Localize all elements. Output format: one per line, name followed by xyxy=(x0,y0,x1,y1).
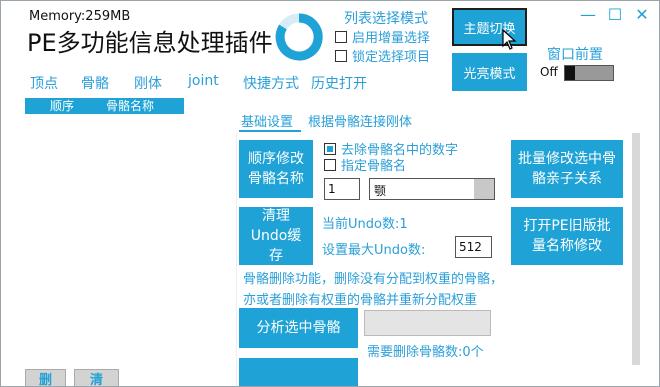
list-select-mode-title: 列表选择模式 xyxy=(344,11,428,27)
incremental-select-checkbox[interactable] xyxy=(335,30,347,43)
open-old-rename-button[interactable]: 打开PE旧版批量名称修改 xyxy=(511,207,623,265)
menu-bone[interactable]: 骨骼 xyxy=(81,73,109,93)
bones-to-delete-count: 需要删除骨骼数:0个 xyxy=(367,345,484,360)
maximize-icon[interactable]: ☐ xyxy=(606,5,624,24)
analyze-bones-button[interactable]: 分析选中骨骼 xyxy=(239,308,358,348)
menu-vertex[interactable]: 顶点 xyxy=(30,73,58,93)
analysis-result-box xyxy=(364,310,491,336)
tab-bone-connection-rigidbody[interactable]: 根据骨骼连接刚体 xyxy=(308,111,412,130)
bone-list-header: 顺序 骨骼名称 xyxy=(25,98,184,114)
menu-rigidbody[interactable]: 刚体 xyxy=(134,73,162,93)
clear-button[interactable]: 清 xyxy=(74,369,119,386)
lock-select-option[interactable]: 锁定选择项目 xyxy=(335,46,430,65)
column-order[interactable]: 顺序 xyxy=(50,98,74,114)
delete-button[interactable]: 删 xyxy=(25,369,66,386)
app-title: PE多功能信息处理插件 xyxy=(27,29,273,57)
clear-undo-button[interactable]: 清理Undo缓存 xyxy=(239,207,313,265)
mouse-cursor-icon xyxy=(502,29,517,50)
max-undo-label: 设置最大Undo数: xyxy=(322,243,426,258)
delete-description-line1: 骨骼删除功能，删除没有分配到权重的骨骼， xyxy=(243,272,504,287)
bone-name-value: 颚 xyxy=(374,184,387,198)
menu-history[interactable]: 历史打开 xyxy=(311,73,367,93)
close-icon[interactable]: ✕ xyxy=(633,5,651,24)
toggle-knob xyxy=(565,66,575,80)
progress-ring-icon xyxy=(275,13,323,61)
panel-scrollbar[interactable] xyxy=(632,133,640,365)
current-undo-count: 当前Undo数:1 xyxy=(322,217,408,232)
panel-scrollbar-thumb[interactable] xyxy=(632,133,640,365)
basic-settings-panel: 顺序修改骨骼名称 去除骨骼名中的数字 指定骨骼名 1 颚 批量修改选中骨骼亲子关… xyxy=(236,133,623,386)
delete-description-line2: 亦或者删除有权重的骨骼并重新分配权重 xyxy=(243,293,478,308)
tab-basic-settings[interactable]: 基础设置 xyxy=(241,111,293,130)
specify-name-checkbox[interactable] xyxy=(324,158,336,171)
lock-select-label: 锁定选择项目 xyxy=(352,50,431,65)
specify-name-option[interactable]: 指定骨骼名 xyxy=(324,155,406,174)
remove-digits-checkbox[interactable] xyxy=(324,142,336,155)
minimize-icon[interactable]: — xyxy=(579,5,597,24)
specify-name-label: 指定骨骼名 xyxy=(341,159,407,174)
app-window: Memory:259MB PE多功能信息处理插件 列表选择模式 启用增量选择 锁… xyxy=(0,0,660,387)
window-topmost-label: 窗口前置 xyxy=(547,47,603,63)
bright-mode-button[interactable]: 光亮模式 xyxy=(452,53,527,91)
combo-dropdown-button[interactable] xyxy=(474,179,494,199)
incremental-select-label: 启用增量选择 xyxy=(352,31,431,46)
sort-rename-bones-button[interactable]: 顺序修改骨骼名称 xyxy=(239,140,313,198)
active-tab-indicator xyxy=(239,130,301,132)
index-input[interactable]: 1 xyxy=(324,178,360,200)
column-bone-name[interactable]: 骨骼名称 xyxy=(106,98,154,114)
max-undo-input[interactable]: 512 xyxy=(455,236,492,258)
next-action-button[interactable] xyxy=(239,358,358,386)
bone-name-combo[interactable]: 颚 xyxy=(369,178,495,200)
topmost-state-label: Off xyxy=(540,65,558,79)
memory-usage: Memory:259MB xyxy=(29,9,131,24)
menu-joint[interactable]: joint xyxy=(188,73,219,89)
batch-parent-button[interactable]: 批量修改选中骨骼亲子关系 xyxy=(511,140,623,198)
menu-shortcut[interactable]: 快捷方式 xyxy=(243,73,299,93)
lock-select-checkbox[interactable] xyxy=(335,49,347,62)
incremental-select-option[interactable]: 启用增量选择 xyxy=(335,27,430,46)
topmost-toggle[interactable] xyxy=(564,65,614,81)
